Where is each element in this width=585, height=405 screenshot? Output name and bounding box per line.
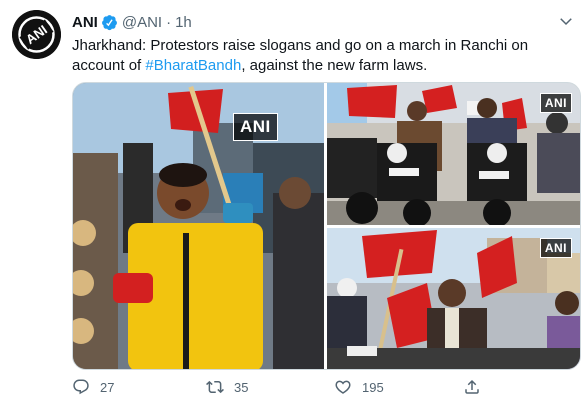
like-button[interactable]: 195	[334, 378, 384, 396]
chevron-down-icon[interactable]	[557, 12, 575, 30]
tweet-text-end: , against the new farm laws.	[241, 57, 428, 74]
tweet-text: Jharkhand: Protestors raise slogans and …	[72, 36, 577, 76]
photo-protestor-slogans[interactable]: ANI	[73, 83, 324, 369]
photo-flag-bearers[interactable]: ANI	[327, 228, 580, 369]
author-name[interactable]: ANI	[72, 14, 98, 31]
tweet-card[interactable]: ANI ANI @ANI · 1h Jharkhand: Protestors …	[0, 0, 585, 405]
ani-watermark: ANI	[539, 93, 572, 113]
avatar[interactable]: ANI	[12, 10, 61, 59]
retweet-icon	[206, 380, 224, 394]
tweet-header: ANI @ANI · 1h	[72, 12, 192, 32]
hashtag-link[interactable]: #BharatBandh	[145, 57, 241, 74]
author-handle[interactable]: @ANI	[122, 14, 162, 31]
reply-count: 27	[100, 379, 115, 395]
media-grid[interactable]: ANI ANI ANI	[72, 82, 581, 370]
reply-icon	[73, 379, 89, 395]
separator-dot: ·	[166, 13, 172, 31]
like-count: 195	[362, 379, 384, 395]
ani-watermark: ANI	[233, 113, 278, 141]
share-button[interactable]	[463, 378, 491, 396]
ani-watermark: ANI	[539, 238, 572, 258]
verified-badge-icon	[101, 14, 118, 31]
tweet-actions: 27 35 195	[72, 378, 577, 400]
share-icon	[465, 379, 479, 394]
retweet-count: 35	[234, 379, 249, 395]
reply-button[interactable]: 27	[72, 378, 114, 396]
retweet-button[interactable]: 35	[206, 378, 248, 396]
timestamp[interactable]: 1h	[175, 14, 192, 31]
heart-icon	[335, 380, 351, 394]
photo-bikers-march[interactable]: ANI	[327, 83, 580, 225]
